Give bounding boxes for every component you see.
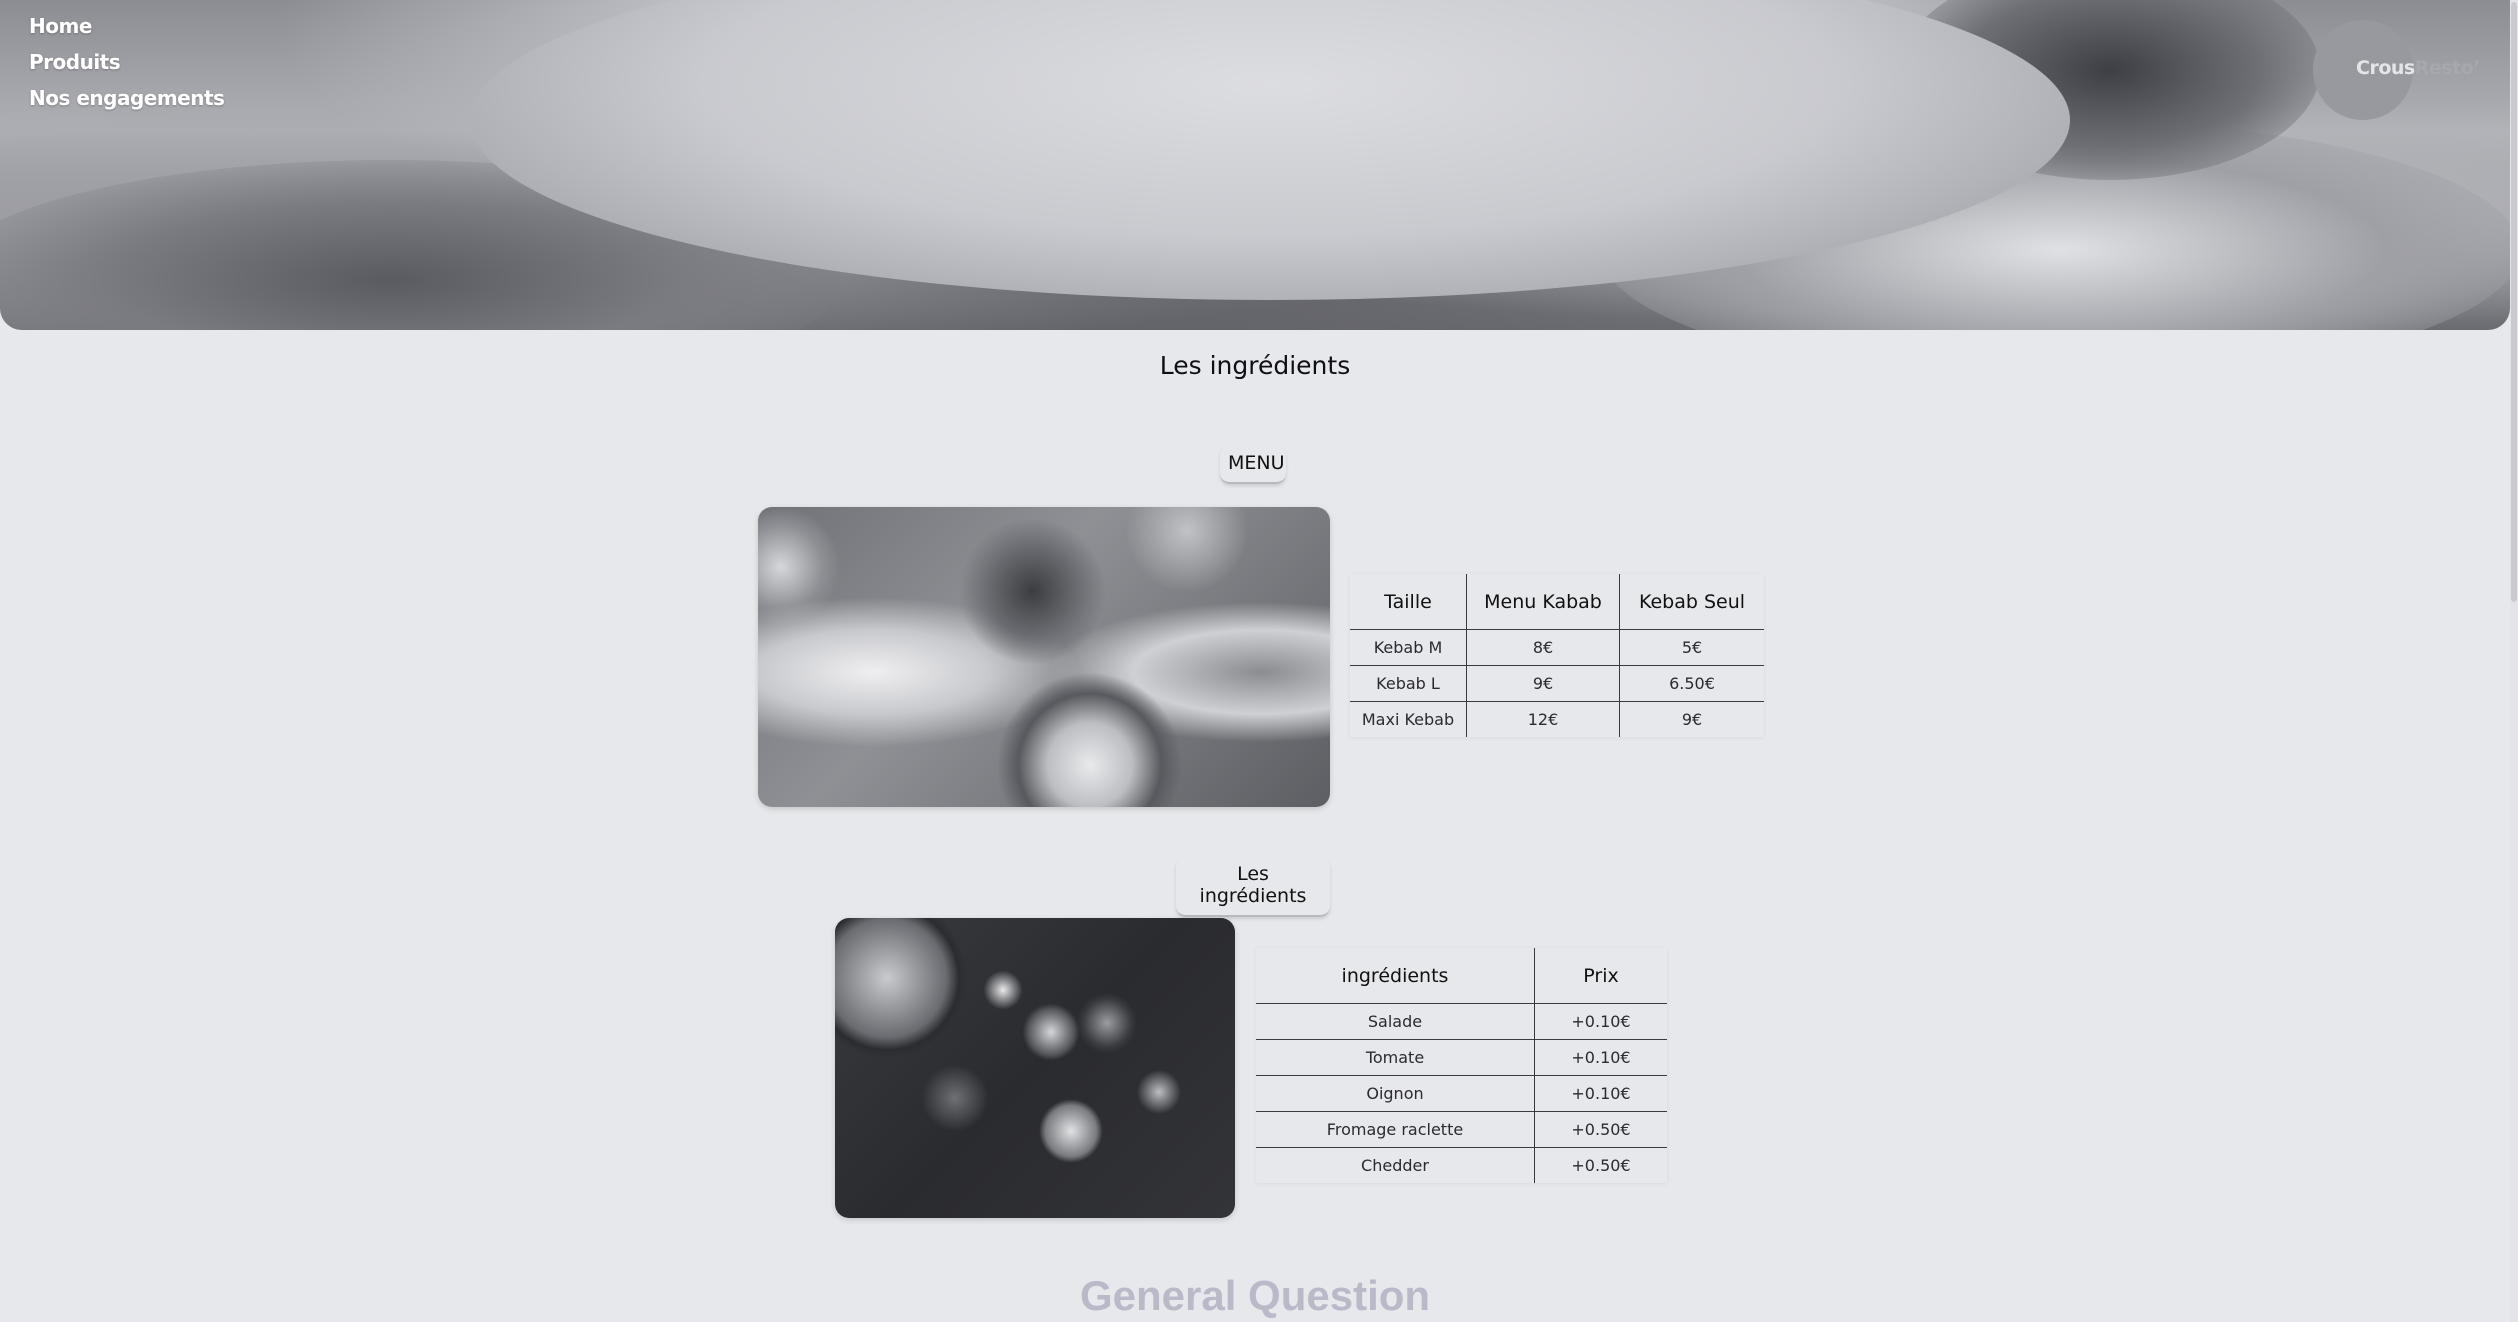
- table-header-row: ingrédients Prix: [1256, 948, 1667, 1004]
- table-cell: +0.10€: [1534, 1075, 1667, 1112]
- column-header: Prix: [1534, 948, 1667, 1004]
- page-scrollbar[interactable]: [2510, 0, 2518, 1322]
- table-cell: Maxi Kebab: [1350, 701, 1467, 737]
- table-header-row: Taille Menu Kabab Kebab Seul: [1350, 574, 1764, 630]
- ingredients-price-table: ingrédients Prix Salade +0.10€ Tomate +0…: [1256, 948, 1667, 1183]
- table-cell: Kebab M: [1350, 629, 1467, 666]
- table-cell: +0.10€: [1534, 1003, 1667, 1040]
- table-cell: Chedder: [1256, 1147, 1535, 1183]
- table-row: Tomate +0.10€: [1256, 1039, 1667, 1076]
- logo-text-part1: Crous: [2356, 57, 2415, 79]
- ingredients-button[interactable]: Les ingrédients: [1176, 857, 1330, 917]
- table-cell: +0.50€: [1571, 1156, 1631, 1175]
- table-cell: Tomate: [1256, 1039, 1535, 1076]
- table-cell: Oignon: [1256, 1075, 1535, 1112]
- faq-section-title: General Question: [1079, 1272, 1431, 1319]
- table-cell: +0.50€: [1534, 1111, 1667, 1148]
- table-cell: +0.10€: [1534, 1039, 1667, 1076]
- table-row: Fromage raclette +0.50€: [1256, 1111, 1667, 1148]
- nav-item-nos-engagements[interactable]: Nos engagements: [29, 80, 225, 116]
- kebab-menu-photo: [758, 507, 1330, 807]
- hero-banner-image: Home Produits Nos engagements CrousResto…: [0, 0, 2510, 330]
- scrollbar-thumb[interactable]: [2511, 2, 2517, 602]
- table-cell: 6.50€: [1619, 665, 1764, 702]
- ingredients-photo: [835, 918, 1235, 1218]
- menu-button[interactable]: MENU: [1220, 446, 1286, 484]
- table-row: Oignon +0.10€: [1256, 1075, 1667, 1112]
- table-cell: Salade: [1256, 1003, 1535, 1040]
- page-title: Les ingrédients: [1159, 351, 1351, 380]
- column-header: Kebab Seul: [1619, 574, 1764, 630]
- menu-price-table: Taille Menu Kabab Kebab Seul Kebab M 8€ …: [1350, 574, 1764, 737]
- column-header: Menu Kabab: [1466, 574, 1620, 630]
- nav-item-home[interactable]: Home: [29, 8, 224, 44]
- main-nav: Home Produits Nos engagements: [29, 8, 225, 116]
- table-row: Chedder +0.50€: [1256, 1147, 1667, 1183]
- column-header: Taille: [1350, 574, 1467, 630]
- table-cell: Fromage raclette: [1256, 1111, 1535, 1148]
- table-cell: 12€: [1466, 701, 1620, 737]
- table-cell: 9€: [1681, 710, 1703, 729]
- table-cell: 9€: [1466, 665, 1620, 702]
- logo-text-part2: Resto’: [2414, 57, 2481, 79]
- logo[interactable]: CrousResto’: [2356, 57, 2480, 79]
- table-row: Salade +0.10€: [1256, 1003, 1667, 1040]
- nav-item-produits[interactable]: Produits: [29, 44, 224, 80]
- table-row: Kebab M 8€ 5€: [1350, 629, 1764, 666]
- column-header: ingrédients: [1256, 948, 1535, 1004]
- table-row: Maxi Kebab 12€ 9€: [1350, 701, 1764, 737]
- table-cell: 5€: [1619, 629, 1764, 666]
- table-cell: 8€: [1466, 629, 1620, 666]
- table-row: Kebab L 9€ 6.50€: [1350, 665, 1764, 702]
- table-cell: Kebab L: [1350, 665, 1467, 702]
